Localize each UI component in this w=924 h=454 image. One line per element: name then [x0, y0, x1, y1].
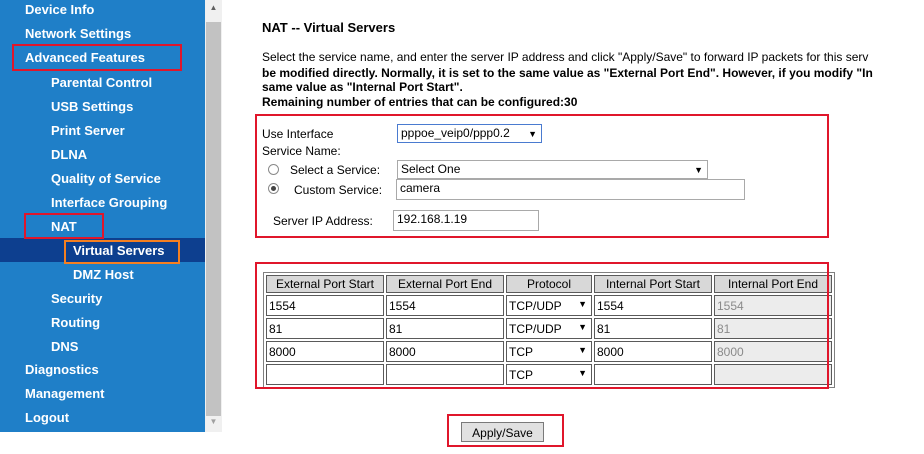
select-service-dropdown[interactable]: Select One ▼ — [397, 160, 708, 179]
ext-end-input[interactable]: 8000 — [386, 341, 504, 362]
cell-text: 1554 — [269, 298, 296, 313]
chevron-down-icon: ▼ — [578, 322, 587, 332]
description-line-3: same value as "Internal Port Start". — [262, 80, 463, 94]
cell-text: 81 — [597, 321, 611, 336]
ext-start-input[interactable]: 8000 — [266, 341, 384, 362]
custom-service-radio[interactable] — [268, 183, 279, 194]
select-service-label: Select a Service: — [290, 163, 381, 177]
protocol-select[interactable]: TCP ▼ — [506, 364, 592, 385]
chevron-down-icon: ▼ — [578, 345, 587, 355]
table-header-row: External Port Start External Port End Pr… — [266, 275, 832, 293]
radio-selected-dot — [271, 186, 276, 191]
main-content: NAT -- Virtual Servers Select the servic… — [0, 0, 924, 454]
header-external-port-end: External Port End — [386, 275, 504, 293]
cell-text: 81 — [269, 321, 283, 336]
select-service-value: Select One — [401, 162, 461, 176]
ext-end-input[interactable]: 81 — [386, 318, 504, 339]
protocol-select[interactable]: TCP ▼ — [506, 341, 592, 362]
header-protocol: Protocol — [506, 275, 592, 293]
chevron-down-icon: ▼ — [578, 368, 587, 378]
cell-text: 8000 — [389, 344, 416, 359]
cell-text: 8000 — [269, 344, 296, 359]
ext-start-input[interactable]: 81 — [266, 318, 384, 339]
cell-text: 1554 — [717, 298, 744, 313]
use-interface-label: Use Interface — [262, 127, 334, 141]
ext-end-input[interactable] — [386, 364, 504, 385]
select-service-radio[interactable] — [268, 164, 279, 175]
server-ip-input[interactable]: 192.168.1.19 — [393, 210, 539, 231]
description-line-1: Select the service name, and enter the s… — [262, 50, 869, 64]
header-internal-port-end: Internal Port End — [714, 275, 832, 293]
chevron-down-icon: ▼ — [578, 299, 587, 309]
cell-text — [715, 374, 831, 376]
int-start-input[interactable]: 8000 — [594, 341, 712, 362]
int-start-input[interactable] — [594, 364, 712, 385]
port-mapping-table: External Port Start External Port End Pr… — [263, 272, 835, 388]
ext-start-input[interactable]: 1554 — [266, 295, 384, 316]
cell-text: 81 — [389, 321, 403, 336]
cell-text — [387, 374, 503, 376]
use-interface-value: pppoe_veip0/ppp0.2 — [401, 126, 510, 140]
cell-text: 1554 — [389, 298, 416, 313]
service-name-label: Service Name: — [262, 144, 341, 158]
cell-text — [267, 374, 383, 376]
use-interface-select[interactable]: pppoe_veip0/ppp0.2 ▼ — [397, 124, 542, 143]
remaining-entries: Remaining number of entries that can be … — [262, 95, 578, 109]
cell-text — [595, 374, 711, 376]
cell-text: 1554 — [597, 298, 624, 313]
int-end-readonly — [714, 364, 832, 385]
int-start-input[interactable]: 1554 — [594, 295, 712, 316]
server-ip-label: Server IP Address: — [273, 214, 373, 228]
ext-start-input[interactable] — [266, 364, 384, 385]
apply-save-button[interactable]: Apply/Save — [461, 422, 544, 442]
chevron-down-icon: ▼ — [694, 165, 703, 175]
table-row: 8000 8000 TCP ▼ 8000 8000 — [266, 341, 832, 362]
int-start-input[interactable]: 81 — [594, 318, 712, 339]
page-title: NAT -- Virtual Servers — [262, 20, 396, 35]
header-internal-port-start: Internal Port Start — [594, 275, 712, 293]
custom-service-input[interactable]: camera — [396, 179, 745, 200]
protocol-select[interactable]: TCP/UDP ▼ — [506, 295, 592, 316]
cell-text: 8000 — [597, 344, 624, 359]
cell-text: 8000 — [717, 344, 744, 359]
description-line-2: be modified directly. Normally, it is se… — [262, 66, 873, 80]
custom-service-label: Custom Service: — [294, 183, 383, 197]
table-row: 1554 1554 TCP/UDP ▼ 1554 1554 — [266, 295, 832, 316]
table-row: 81 81 TCP/UDP ▼ 81 81 — [266, 318, 832, 339]
header-external-port-start: External Port Start — [266, 275, 384, 293]
ext-end-input[interactable]: 1554 — [386, 295, 504, 316]
int-end-readonly: 1554 — [714, 295, 832, 316]
table-row: TCP ▼ — [266, 364, 832, 385]
protocol-select[interactable]: TCP/UDP ▼ — [506, 318, 592, 339]
int-end-readonly: 8000 — [714, 341, 832, 362]
chevron-down-icon: ▼ — [528, 129, 537, 139]
cell-text: 81 — [717, 321, 731, 336]
int-end-readonly: 81 — [714, 318, 832, 339]
